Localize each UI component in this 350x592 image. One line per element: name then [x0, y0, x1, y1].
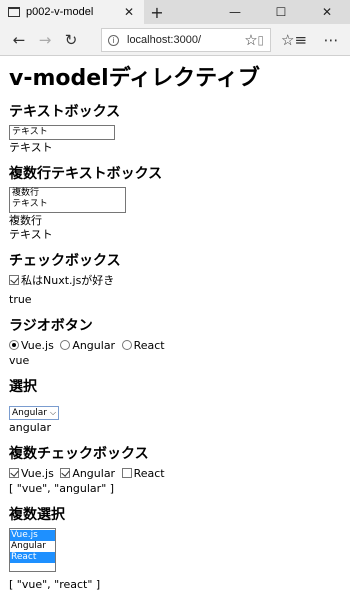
active-tab[interactable]: p002-v-model ✕ — [0, 0, 144, 24]
checkbox-option-label: React — [133, 467, 165, 480]
framework-select[interactable]: Angular ⌵ — [9, 406, 60, 420]
tab-close-icon[interactable]: ✕ — [124, 5, 134, 19]
minimize-button[interactable]: — — [212, 0, 258, 24]
textarea-output-line: テキスト — [9, 228, 53, 241]
tab-title: p002-v-model — [26, 6, 94, 18]
text-input[interactable]: テキスト — [9, 125, 115, 140]
radio-vue[interactable] — [9, 340, 19, 350]
text-output: テキスト — [9, 141, 53, 154]
page-icon — [8, 7, 20, 17]
checkbox-option-label: Vue.js — [21, 467, 54, 480]
multi-select-option-angular[interactable]: Angular — [10, 541, 55, 552]
maximize-button[interactable]: ☐ — [258, 0, 304, 24]
select-output: angular — [9, 421, 51, 434]
like-nuxt-checkbox[interactable] — [9, 275, 19, 285]
navigation-bar: ← → ↻ i localhost:3000/ ▯ ☆ ☆≡ ⋯ — [0, 24, 350, 56]
checkbox-angular[interactable] — [60, 468, 71, 478]
multi-select-heading: 複数選択 — [9, 507, 65, 523]
radio-group: Vue.js Angular React — [9, 339, 341, 353]
radio-output: vue — [9, 354, 30, 367]
more-menu-icon[interactable]: ⋯ — [318, 27, 344, 53]
favorites-hub-icon[interactable]: ☆≡ — [281, 27, 307, 53]
textarea-line: 複数行 — [12, 188, 40, 198]
radio-label: React — [133, 339, 165, 352]
textarea-output-line: 複数行 — [9, 214, 42, 227]
url-text: localhost:3000/ — [127, 34, 201, 46]
multi-select-option-vue[interactable]: Vue.js — [10, 530, 55, 541]
multi-checkbox-group: Vue.js Angular React — [9, 467, 341, 481]
radio-label: Vue.js — [21, 339, 54, 352]
info-icon[interactable]: i — [108, 34, 119, 46]
tab-bar: p002-v-model ✕ + — ☐ ✕ — [0, 0, 350, 24]
radio-angular[interactable] — [60, 340, 71, 350]
page-title: v-modelディレクティブ — [9, 66, 260, 91]
reload-button[interactable]: ↻ — [58, 27, 84, 53]
page-content: v-modelディレクティブ テキストボックス テキスト テキスト 複数行テキス… — [0, 65, 350, 592]
textarea-input[interactable]: 複数行 テキスト — [9, 187, 126, 213]
multi-checkbox-output: [ "vue", "angular" ] — [9, 482, 115, 495]
multi-checkbox-heading: 複数チェックボックス — [9, 446, 149, 462]
multi-select-option-react[interactable]: React — [10, 552, 55, 563]
multi-select-list[interactable]: Vue.js Angular React — [9, 528, 56, 572]
checkbox-vue[interactable] — [9, 468, 19, 478]
select-value: Angular — [12, 408, 47, 418]
checkbox-label: 私はNuxt.jsが好き — [21, 274, 115, 287]
favorite-star-icon[interactable]: ☆ — [238, 27, 264, 53]
checkbox-row: 私はNuxt.jsが好き — [9, 274, 341, 288]
multi-select-output: [ "vue", "react" ] — [9, 578, 101, 591]
forward-button[interactable]: → — [32, 27, 58, 53]
close-window-button[interactable]: ✕ — [304, 0, 350, 24]
new-tab-button[interactable]: + — [144, 0, 170, 24]
textarea-line: テキスト — [12, 199, 48, 209]
checkbox-react[interactable] — [121, 468, 132, 478]
select-heading: 選択 — [9, 379, 37, 395]
radio-heading: ラジオボタン — [9, 318, 93, 334]
window-controls: — ☐ ✕ — [212, 0, 350, 24]
checkbox-option-label: Angular — [72, 467, 116, 480]
radio-label: Angular — [72, 339, 116, 352]
checkbox-output: true — [9, 293, 32, 306]
textarea-heading: 複数行テキストボックス — [9, 166, 163, 182]
textbox-heading: テキストボックス — [9, 104, 121, 120]
chevron-down-icon: ⌵ — [50, 408, 57, 417]
radio-react[interactable] — [121, 340, 132, 350]
checkbox-heading: チェックボックス — [9, 253, 121, 269]
back-button[interactable]: ← — [6, 27, 32, 53]
